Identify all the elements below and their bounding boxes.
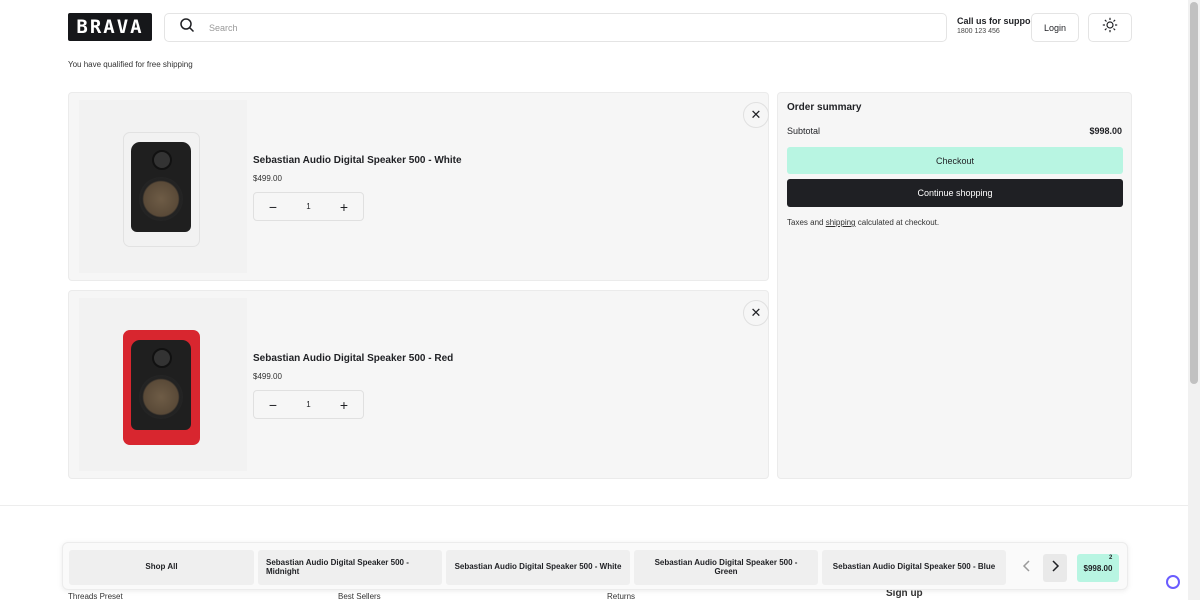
theme-toggle-button[interactable]: [1088, 13, 1132, 42]
scroll-left-button[interactable]: [1015, 554, 1039, 582]
quick-nav-chip[interactable]: Shop All: [69, 550, 254, 585]
product-image[interactable]: [79, 298, 247, 471]
scrollbar-thumb[interactable]: [1190, 2, 1198, 384]
assistant-widget-icon[interactable]: [1166, 575, 1180, 589]
footer-link[interactable]: Returns: [607, 592, 635, 600]
quick-nav-chip[interactable]: Sebastian Audio Digital Speaker 500 - Bl…: [822, 550, 1006, 585]
plus-icon: +: [339, 198, 349, 215]
brand-logo[interactable]: BRAVA: [68, 13, 152, 41]
cart-item: Sebastian Audio Digital Speaker 500 - Re…: [68, 290, 769, 479]
support-title: Call us for support: [957, 16, 1038, 26]
remove-item-button[interactable]: ✕: [743, 102, 769, 128]
mini-cart-button[interactable]: $998.00: [1077, 554, 1119, 582]
search-icon: [179, 17, 195, 38]
subtotal-label: Subtotal: [787, 126, 821, 136]
cart-count-badge: 2: [1109, 555, 1113, 561]
free-shipping-notice: You have qualified for free shipping: [68, 60, 193, 69]
minus-icon: −: [268, 396, 278, 413]
chevron-right-icon: [1050, 559, 1060, 577]
page: BRAVA Call us for support 1800 123 456 L…: [0, 0, 1200, 600]
support-contact: Call us for support 1800 123 456: [957, 16, 1038, 36]
continue-shopping-button[interactable]: Continue shopping: [787, 179, 1123, 207]
product-price: $499.00: [253, 174, 282, 183]
speaker-red-image: [123, 330, 200, 445]
quick-nav-bar: Shop All Sebastian Audio Digital Speaker…: [62, 542, 1128, 590]
remove-item-button[interactable]: ✕: [743, 300, 769, 326]
footer-link[interactable]: Best Sellers: [338, 592, 381, 600]
increase-quantity-button[interactable]: +: [325, 193, 363, 220]
support-phone[interactable]: 1800 123 456: [957, 28, 1037, 36]
login-button[interactable]: Login: [1031, 13, 1079, 42]
product-name[interactable]: Sebastian Audio Digital Speaker 500 - Wh…: [253, 155, 462, 166]
product-image[interactable]: [79, 100, 247, 273]
close-icon: ✕: [750, 305, 762, 320]
quick-nav-chip[interactable]: Sebastian Audio Digital Speaker 500 - Gr…: [634, 550, 818, 585]
plus-icon: +: [339, 396, 349, 413]
product-name[interactable]: Sebastian Audio Digital Speaker 500 - Re…: [253, 353, 453, 364]
quantity-stepper: − 1 +: [253, 390, 364, 419]
search-input[interactable]: [209, 22, 909, 33]
section-divider: [0, 505, 1188, 506]
decrease-quantity-button[interactable]: −: [254, 391, 292, 418]
quantity-value: 1: [306, 202, 311, 211]
summary-title: Order summary: [787, 102, 862, 113]
close-icon: ✕: [750, 107, 762, 122]
product-price: $499.00: [253, 372, 282, 381]
scroll-right-button[interactable]: [1043, 554, 1067, 582]
page-scrollbar[interactable]: [1188, 0, 1200, 600]
shipping-link[interactable]: shipping: [826, 218, 856, 227]
search-bar[interactable]: [164, 13, 947, 42]
speaker-white-image: [123, 132, 200, 247]
subtotal-value: $998.00: [1089, 126, 1122, 136]
footer-link[interactable]: Threads Preset: [68, 592, 123, 600]
decrease-quantity-button[interactable]: −: [254, 193, 292, 220]
tax-note-pre: Taxes and: [787, 218, 826, 227]
cart-item: Sebastian Audio Digital Speaker 500 - Wh…: [68, 92, 769, 281]
minus-icon: −: [268, 198, 278, 215]
order-summary: Order summary Subtotal $998.00 Checkout …: [777, 92, 1132, 479]
quick-nav-chip[interactable]: Sebastian Audio Digital Speaker 500 - Wh…: [446, 550, 630, 585]
tax-note: Taxes and shipping calculated at checkou…: [787, 218, 939, 227]
quantity-stepper: − 1 +: [253, 192, 364, 221]
tax-note-post: calculated at checkout.: [855, 218, 940, 227]
increase-quantity-button[interactable]: +: [325, 391, 363, 418]
chevron-left-icon: [1022, 559, 1032, 577]
sun-icon: [1102, 17, 1118, 38]
quantity-value: 1: [306, 400, 311, 409]
checkout-button[interactable]: Checkout: [787, 147, 1123, 174]
quick-nav-chip[interactable]: Sebastian Audio Digital Speaker 500 - Mi…: [258, 550, 442, 585]
